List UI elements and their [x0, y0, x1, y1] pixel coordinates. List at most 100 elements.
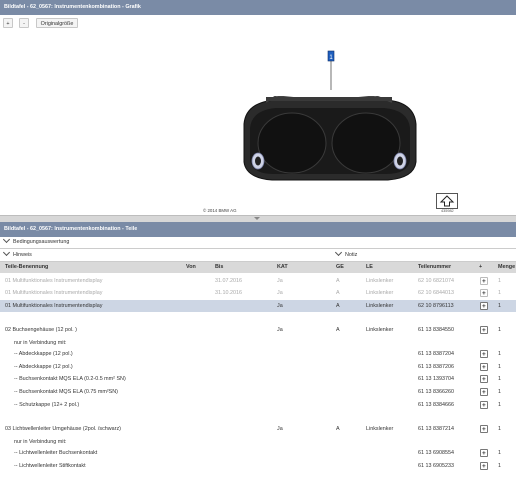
- notes-section[interactable]: Notiz: [332, 248, 358, 261]
- add-to-cart-icon[interactable]: [480, 301, 488, 313]
- cell-name: 01 Multifunktionales Instrumentendisplay: [5, 290, 103, 296]
- image-id: 435982: [441, 209, 454, 213]
- cell-part-number: 62 10 6821074: [418, 278, 454, 284]
- add-to-cart-icon[interactable]: [480, 276, 488, 288]
- cell-name: -- Lichtwellenleiter Buchsenkontakt: [14, 450, 98, 456]
- copyright-text: © 2014 BMW AG: [203, 208, 237, 213]
- cell-kat: Ja: [277, 426, 283, 432]
- table-row[interactable]: -- Abdeckkappe (12 pol.) 61 13 8387204 1: [0, 348, 516, 361]
- cell-ge: A: [336, 290, 340, 296]
- table-row[interactable]: 03 Lichtwellenleiter Umgehäuse (2pol. /s…: [0, 423, 516, 436]
- cell-quantity: 1: [498, 364, 501, 370]
- table-row[interactable]: 01 Multifunktionales Instrumentendisplay…: [0, 275, 516, 288]
- conditions-section[interactable]: Bedingungsauswertung: [0, 235, 69, 248]
- header-kat[interactable]: KAT: [277, 262, 288, 273]
- cell-quantity: 1: [498, 351, 501, 357]
- cell-quantity: 1: [498, 327, 501, 333]
- add-to-cart-icon[interactable]: [480, 374, 488, 386]
- table-row[interactable]: 02 Buchsengehäuse (12 pol. ) Ja A Linkslenk…: [0, 324, 516, 337]
- cell-kat: Ja: [277, 303, 283, 309]
- cell-kat: Ja: [277, 290, 283, 296]
- chevron-down-icon: [2, 235, 11, 244]
- cell-le: Linkslenker: [366, 303, 394, 309]
- cell-part-number: 62 10 6844013: [418, 290, 454, 296]
- table-row[interactable]: 01 Multifunktionales Instrumentendisplay…: [0, 300, 516, 313]
- table-row[interactable]: -- Abdeckkappe (12 pol.) 61 13 8387206 1: [0, 361, 516, 374]
- cell-quantity: 1: [498, 290, 501, 296]
- cell-quantity: 1: [498, 402, 501, 408]
- original-size-button[interactable]: Originalgröße: [36, 18, 78, 28]
- add-to-cart-icon[interactable]: [480, 288, 488, 300]
- table-row[interactable]: -- Schutzkappe (12+ 2 pol.) 61 13 8384666…: [0, 399, 516, 412]
- cell-part-number: 61 13 8384666: [418, 402, 454, 408]
- add-to-cart-icon[interactable]: [480, 424, 488, 436]
- table-row[interactable]: -- Lichtwellenleiter Stiftkontakt 61 13 6…: [0, 460, 516, 473]
- cell-bis: 31.07.2016: [215, 278, 242, 284]
- add-to-cart-icon[interactable]: [480, 387, 488, 399]
- add-to-cart-icon[interactable]: [480, 461, 488, 473]
- cell-ge: A: [336, 327, 340, 333]
- zoom-out-button[interactable]: -: [19, 18, 29, 28]
- cell-quantity: 1: [498, 278, 501, 284]
- cell-kat: Ja: [277, 278, 283, 284]
- cell-le: Linkslenker: [366, 290, 394, 296]
- cell-name: -- Buchsenkontakt MQS ELA (0.2-0.5 mm² S…: [14, 376, 126, 382]
- cell-quantity: 1: [498, 303, 501, 309]
- add-to-cart-icon[interactable]: [480, 349, 488, 361]
- cell-name: -- Buchsenkontakt MQS ELA (0.75 mm²SN): [14, 389, 118, 395]
- cell-quantity: 1: [498, 463, 501, 469]
- cell-part-number: 61 13 8387204: [418, 351, 454, 357]
- cell-name: 01 Multifunktionales Instrumentendisplay: [5, 278, 103, 284]
- cell-le: Linkslenker: [366, 426, 394, 432]
- cell-part-number: 61 13 8387214: [418, 426, 454, 432]
- cell-name: -- Abdeckkappe (12 pol.): [14, 351, 73, 357]
- add-to-cart-icon[interactable]: [480, 400, 488, 412]
- header-le[interactable]: LE: [366, 262, 373, 273]
- parts-panel-title: Bildtafel - 62_0567: Instrumentenkombina…: [0, 222, 516, 237]
- cell-part-number: 62 10 8796113: [418, 303, 454, 309]
- table-row[interactable]: 01 Multifunktionales Instrumentendisplay…: [0, 287, 516, 300]
- instrument-cluster-image: [243, 96, 417, 181]
- cell-part-number: 61 13 8387206: [418, 364, 454, 370]
- header-bis[interactable]: Bis: [215, 262, 223, 273]
- add-to-cart-icon[interactable]: [480, 448, 488, 460]
- cell-quantity: 1: [498, 426, 501, 432]
- parts-table-header: Teile-Benennung Von Bis KAT GE LE Teilen…: [0, 262, 516, 273]
- hints-section[interactable]: Hinweis: [0, 248, 32, 261]
- zoom-in-button[interactable]: +: [3, 18, 13, 28]
- parts-diagram: 1 © 2014 BMW AG 435982: [0, 30, 516, 216]
- header-von[interactable]: Von: [186, 262, 196, 273]
- cell-part-number: 61 13 8384550: [418, 327, 454, 333]
- header-name[interactable]: Teile-Benennung: [5, 262, 48, 273]
- cell-ge: A: [336, 278, 340, 284]
- add-to-cart-icon[interactable]: [480, 362, 488, 374]
- cell-name: 03 Lichtwellenleiter Umgehäuse (2pol. /s…: [5, 426, 121, 432]
- table-row[interactable]: -- Buchsenkontakt MQS ELA (0.2-0.5 mm² S…: [0, 373, 516, 386]
- graphic-panel-title: Bildtafel - 62_0567: Instrumentenkombina…: [0, 0, 516, 15]
- export-button[interactable]: [436, 193, 458, 209]
- header-quantity[interactable]: Menge: [498, 262, 515, 273]
- cell-quantity: 1: [498, 450, 501, 456]
- header-ge[interactable]: GE: [336, 262, 344, 273]
- header-part-number[interactable]: Teilenummer: [418, 262, 451, 273]
- cell-part-number: 61 13 1393704: [418, 376, 454, 382]
- collapse-icon[interactable]: [254, 217, 260, 220]
- chevron-down-icon: [334, 248, 343, 257]
- cell-ge: A: [336, 426, 340, 432]
- cell-quantity: 1: [498, 376, 501, 382]
- cell-kat: Ja: [277, 327, 283, 333]
- notes-label: Notiz: [345, 252, 358, 258]
- header-add: +: [479, 264, 483, 270]
- callout-marker[interactable]: 1: [326, 48, 338, 92]
- table-row[interactable]: -- Lichtwellenleiter Buchsenkontakt 61 13…: [0, 447, 516, 460]
- cell-le: Linkslenker: [366, 278, 394, 284]
- panel-splitter[interactable]: [0, 215, 516, 222]
- add-to-cart-icon[interactable]: [480, 325, 488, 337]
- cell-part-number: 61 13 6905233: [418, 463, 454, 469]
- cell-ge: A: [336, 303, 340, 309]
- graphic-toolbar: + - Originalgröße: [0, 16, 516, 30]
- chevron-down-icon: [2, 248, 11, 257]
- table-row[interactable]: -- Buchsenkontakt MQS ELA (0.75 mm²SN) 61…: [0, 386, 516, 399]
- cell-part-number: 61 13 8366260: [418, 389, 454, 395]
- cell-part-number: 61 13 6908554: [418, 450, 454, 456]
